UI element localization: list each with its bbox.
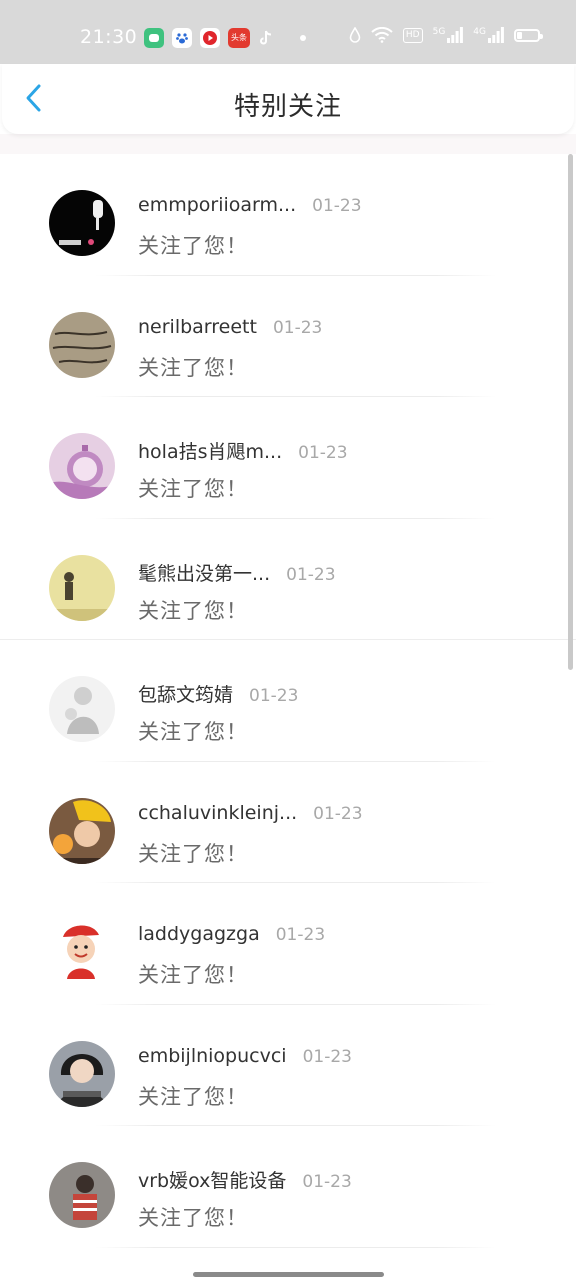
list-item[interactable]: 髦熊出没第一... 01-23 关注了您！ — [0, 519, 576, 640]
follow-message: 关注了您！ — [138, 355, 248, 380]
avatar[interactable] — [49, 1040, 115, 1107]
status-indicators: HD 5G 4G — [349, 27, 543, 43]
avatar[interactable] — [49, 797, 115, 864]
signal-5g-icon: 5G — [433, 27, 464, 43]
avatar[interactable] — [49, 190, 115, 256]
follow-date: 01-23 — [286, 564, 336, 585]
header-bar: 特别关注 — [2, 64, 574, 134]
signal-4g-icon: 4G — [473, 27, 504, 43]
list-item[interactable]: embijlniopucvci 01-23 关注了您！ — [0, 1005, 576, 1126]
status-app-icons: 头条 — [144, 28, 306, 48]
follow-date: 01-23 — [312, 196, 362, 216]
follow-date: 01-23 — [249, 686, 299, 706]
signal-4g-label: 4G — [473, 27, 486, 37]
list-item[interactable]: nerilbarreett 01-23 关注了您！ — [0, 276, 576, 397]
toutiao-icon: 头条 — [228, 28, 250, 48]
follow-message: 关注了您！ — [138, 477, 248, 501]
hd-icon: HD — [402, 27, 423, 43]
user-name[interactable]: embijlniopucvci — [138, 1045, 287, 1067]
list-item[interactable]: laddygagzga 01-23 关注了您！ — [0, 883, 576, 1005]
follow-message: 关注了您！ — [138, 598, 248, 623]
follow-date: 01-23 — [298, 443, 348, 463]
avatar[interactable] — [49, 311, 115, 378]
avatar[interactable] — [49, 433, 115, 499]
list-item[interactable]: hola拮s肖飓m... 01-23 关注了您！ — [0, 397, 576, 519]
user-name[interactable]: laddygagzga — [138, 923, 260, 945]
wifi-icon — [371, 27, 393, 43]
avatar[interactable] — [49, 919, 115, 985]
name-row: embijlniopucvci 01-23 — [138, 1045, 352, 1067]
name-row: laddygagzga 01-23 — [138, 923, 325, 945]
battery-icon — [514, 28, 543, 42]
list-item[interactable]: 包舔文筠婧 01-23 关注了您！ — [0, 640, 576, 762]
avatar[interactable] — [49, 676, 115, 742]
name-row: vrb媛ox智能设备 01-23 — [138, 1166, 352, 1193]
user-name[interactable]: emmporiioarm... — [138, 194, 296, 216]
wechat-icon — [144, 28, 164, 48]
tiktok-icon — [258, 28, 274, 48]
follow-date: 01-23 — [302, 1172, 352, 1192]
name-row: cchaluvinkleinj... 01-23 — [138, 802, 363, 824]
user-name[interactable]: hola拮s肖飓m... — [138, 437, 282, 464]
follow-message: 关注了您！ — [138, 720, 248, 744]
list-item[interactable]: cchaluvinkleinj... 01-23 关注了您！ — [0, 762, 576, 883]
name-row: hola拮s肖飓m... 01-23 — [138, 437, 348, 464]
user-name[interactable]: 包舔文筠婧 — [138, 680, 233, 707]
more-notifications-dot — [300, 35, 306, 41]
baidu-icon — [172, 28, 192, 48]
avatar[interactable] — [49, 554, 115, 621]
follow-list: emmporiioarm... 01-23 关注了您！ nerilbarreet… — [0, 154, 576, 1248]
divider — [95, 1246, 496, 1248]
scrollbar[interactable] — [568, 154, 573, 670]
follow-date: 01-23 — [272, 317, 323, 338]
video-icon — [200, 28, 220, 48]
follow-date: 01-23 — [302, 1046, 352, 1067]
follow-message: 关注了您！ — [138, 841, 248, 866]
status-bar: 21:30 头条 HD 5G 4G — [0, 0, 576, 64]
list-item[interactable]: vrb媛ox智能设备 01-23 关注了您！ — [0, 1126, 576, 1248]
page-title: 特别关注 — [233, 92, 342, 122]
follow-message: 关注了您！ — [138, 234, 248, 258]
avatar[interactable] — [49, 1162, 115, 1228]
hd-label: HD — [402, 27, 423, 43]
follow-date: 01-23 — [313, 803, 363, 824]
follow-message: 关注了您！ — [138, 963, 248, 987]
name-row: 髦熊出没第一... 01-23 — [138, 559, 336, 586]
name-row: nerilbarreett 01-23 — [138, 316, 322, 338]
user-name[interactable]: vrb媛ox智能设备 — [138, 1166, 286, 1193]
toutiao-label: 头条 — [231, 33, 247, 42]
name-row: 包舔文筠婧 01-23 — [138, 680, 298, 707]
header-separator — [0, 134, 576, 154]
user-name[interactable]: nerilbarreett — [138, 316, 257, 338]
status-time: 21:30 — [80, 26, 138, 48]
follow-date: 01-23 — [275, 925, 326, 945]
user-name[interactable]: 髦熊出没第一... — [138, 559, 270, 586]
signal-5g-label: 5G — [432, 27, 446, 37]
home-indicator[interactable] — [193, 1272, 384, 1277]
name-row: emmporiioarm... 01-23 — [138, 194, 362, 216]
user-name[interactable]: cchaluvinkleinj... — [138, 802, 297, 824]
follow-message: 关注了您！ — [138, 1084, 248, 1109]
water-drop-icon — [349, 27, 361, 43]
follow-message: 关注了您！ — [138, 1206, 248, 1230]
list-item[interactable]: emmporiioarm... 01-23 关注了您！ — [0, 154, 576, 276]
